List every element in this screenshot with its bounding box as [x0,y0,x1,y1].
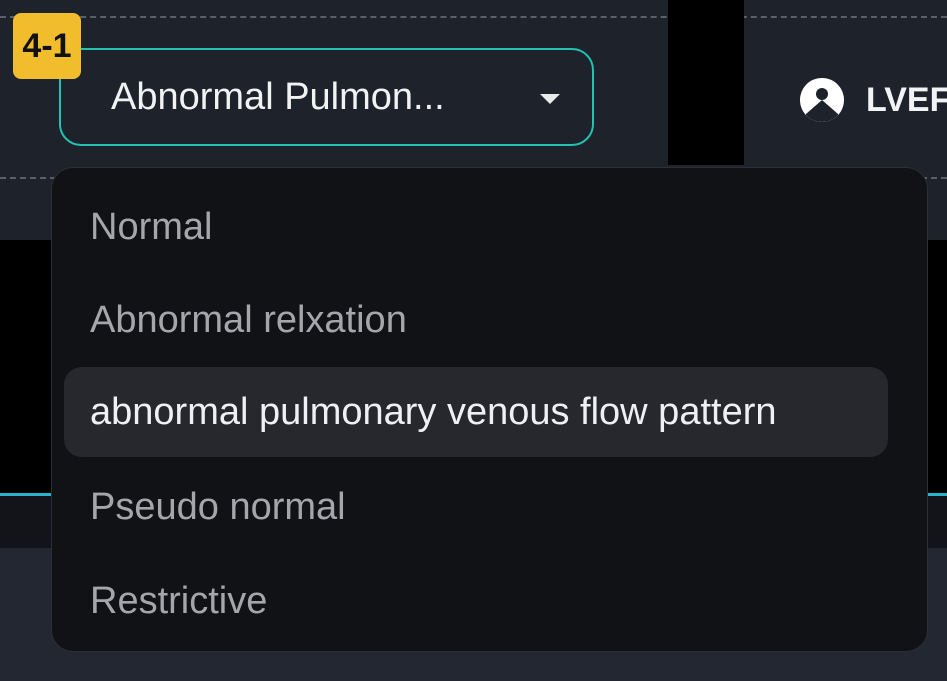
app-root: 4-1 Abnormal Pulmon... LVEF Normal Abnor… [0,0,947,681]
dashed-guide-top [0,16,947,18]
dropdown-option-pseudo-normal[interactable]: Pseudo normal [64,462,888,552]
dropdown-option-abnormal-pulmonary-venous-flow[interactable]: abnormal pulmonary venous flow pattern [64,367,888,457]
dropdown-option-abnormal-relaxation[interactable]: Abnormal relxation [64,275,888,365]
chevron-down-icon[interactable] [540,94,560,104]
dropdown-option-normal[interactable]: Normal [64,182,888,272]
select-value: Abnormal Pulmon... [111,76,445,118]
person-circle-icon [800,78,844,122]
diagnosis-select[interactable]: Abnormal Pulmon... [59,48,594,146]
dropdown-option-restrictive[interactable]: Restrictive [64,556,888,646]
dropdown-menu: Normal Abnormal relxation abnormal pulmo… [51,167,928,652]
step-badge: 4-1 [13,13,81,79]
black-divider [668,0,744,165]
lvef-label[interactable]: LVEF [866,78,947,122]
